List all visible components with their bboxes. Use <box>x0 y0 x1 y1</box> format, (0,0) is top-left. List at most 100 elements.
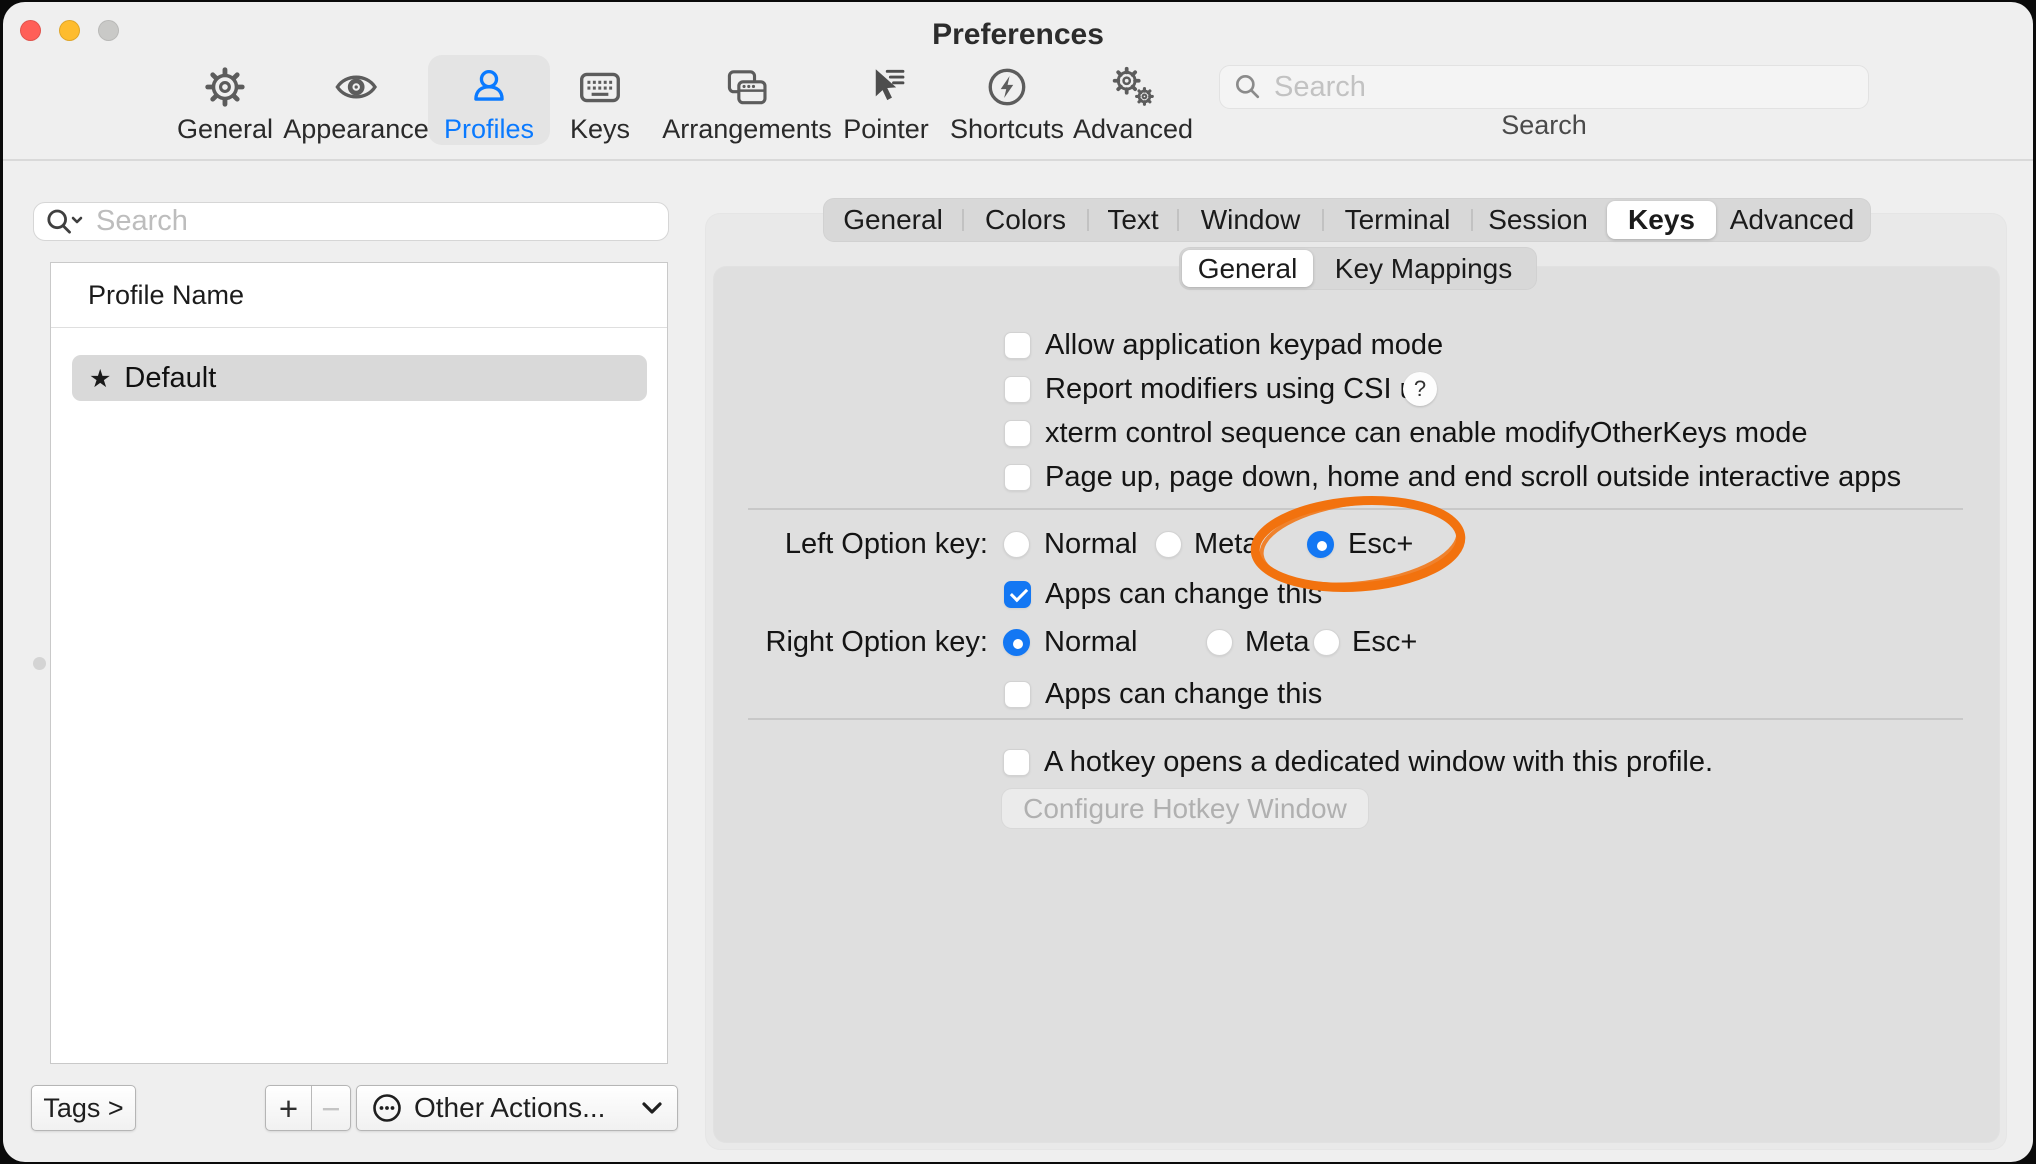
radio-label: Esc+ <box>1352 626 1417 659</box>
section-divider <box>748 508 1963 510</box>
radio-label: Meta <box>1194 528 1258 561</box>
minus-icon: − <box>321 1092 340 1125</box>
checkbox-label: A hotkey opens a dedicated window with t… <box>1044 746 1713 779</box>
tab-session[interactable]: Session <box>1472 198 1604 242</box>
profile-search-input[interactable]: Search <box>33 202 669 241</box>
left-apps-row: Apps can change this <box>1004 577 1322 611</box>
ellipsis-circle-icon <box>371 1092 403 1124</box>
divider-handle-dot <box>33 657 46 670</box>
toolbar-search-input[interactable]: Search <box>1219 65 1869 109</box>
configure-hotkey-window-button[interactable]: Configure Hotkey Window <box>1002 789 1368 828</box>
checkbox-label: Apps can change this <box>1045 578 1322 611</box>
page-scroll-checkbox[interactable] <box>1004 464 1031 491</box>
right-option-meta-radio[interactable] <box>1206 629 1233 656</box>
configure-hotkey-label: Configure Hotkey Window <box>1023 793 1347 825</box>
radio-label: Meta <box>1245 626 1309 659</box>
checkbox-row-pageup: Page up, page down, home and end scroll … <box>1004 460 1901 494</box>
csi-u-checkbox[interactable] <box>1004 376 1031 403</box>
right-option-label: Right Option key: <box>706 626 988 659</box>
toolbar-label: Pointer <box>843 114 929 145</box>
tab-keys[interactable]: Keys <box>1607 201 1716 239</box>
cursor-icon <box>863 61 909 113</box>
radio-label: Normal <box>1044 626 1137 659</box>
right-apps-row: Apps can change this <box>1004 677 1322 711</box>
toolbar-item-keys[interactable]: Keys <box>554 55 646 145</box>
toolbar-label: Keys <box>570 114 630 145</box>
chevron-down-icon <box>641 1101 663 1115</box>
toolbar-divider <box>3 159 2033 161</box>
subtab-key-mappings[interactable]: Key Mappings <box>1316 247 1531 290</box>
radio-label: Esc+ <box>1348 528 1413 561</box>
checkbox-label: Report modifiers using CSI u <box>1045 373 1416 406</box>
tab-colors[interactable]: Colors <box>963 198 1088 242</box>
tab-general[interactable]: General <box>823 198 963 242</box>
subtab-general[interactable]: General <box>1182 250 1313 287</box>
toolbar-item-profiles[interactable]: Profiles <box>428 55 550 145</box>
hotkey-row: A hotkey opens a dedicated window with t… <box>1003 745 1713 779</box>
checkbox-label: Page up, page down, home and end scroll … <box>1045 461 1901 494</box>
toolbar-item-arrangements[interactable]: Arrangements <box>646 55 848 145</box>
search-menu-icon <box>44 207 88 237</box>
checkbox-row-keypad: Allow application keypad mode <box>1004 328 1443 362</box>
checkbox-label: Allow application keypad mode <box>1045 329 1443 362</box>
other-actions-dropdown[interactable]: Other Actions... <box>356 1085 678 1131</box>
toolbar-item-appearance[interactable]: Appearance <box>267 55 445 145</box>
toolbar-label: Advanced <box>1073 114 1193 145</box>
tab-terminal[interactable]: Terminal <box>1323 198 1472 242</box>
toolbar-label: Profiles <box>444 114 534 145</box>
left-option-label: Left Option key: <box>706 528 988 561</box>
allow-keypad-checkbox[interactable] <box>1004 332 1031 359</box>
search-icon <box>1232 71 1264 103</box>
right-option-esc-radio[interactable] <box>1313 629 1340 656</box>
toolbar-search-placeholder: Search <box>1274 71 1366 104</box>
section-divider <box>748 718 1963 720</box>
checkbox-label: Apps can change this <box>1045 678 1322 711</box>
add-profile-button[interactable]: + <box>266 1086 312 1130</box>
profile-name: Default <box>124 362 216 395</box>
toolbar-label: Appearance <box>283 114 429 145</box>
toolbar-item-pointer[interactable]: Pointer <box>827 55 945 145</box>
tags-button[interactable]: Tags > <box>31 1085 136 1131</box>
profile-row-default[interactable]: ★ Default <box>72 355 647 401</box>
profile-tab-bar: General Colors Text Window Terminal Sess… <box>823 198 1871 242</box>
toolbar-search-caption: Search <box>1219 110 1869 141</box>
toolbar-item-advanced[interactable]: Advanced <box>1057 55 1209 145</box>
right-option-normal-radio[interactable] <box>1003 629 1030 656</box>
keyboard-icon <box>576 61 624 113</box>
remove-profile-button[interactable]: − <box>312 1086 350 1130</box>
star-icon: ★ <box>89 364 111 393</box>
left-option-esc-radio[interactable] <box>1307 531 1334 558</box>
preferences-window: Preferences General App <box>3 2 2033 1162</box>
add-remove-group: + − <box>265 1085 351 1131</box>
profile-search-placeholder: Search <box>96 205 188 238</box>
bolt-circle-icon <box>984 61 1030 113</box>
eye-icon <box>332 61 380 113</box>
right-apps-change-checkbox[interactable] <box>1004 681 1031 708</box>
toolbar-label: Shortcuts <box>950 114 1064 145</box>
person-icon <box>466 61 512 113</box>
profile-list: Profile Name ★ Default <box>50 262 668 1064</box>
keys-subtab-bar: General Key Mappings <box>1179 247 1537 290</box>
tab-text[interactable]: Text <box>1088 198 1178 242</box>
toolbar-label: General <box>177 114 273 145</box>
left-option-meta-radio[interactable] <box>1155 531 1182 558</box>
radio-label: Normal <box>1044 528 1137 561</box>
other-actions-label: Other Actions... <box>414 1092 605 1124</box>
screen: Preferences General App <box>0 0 2036 1164</box>
gears-icon <box>1109 61 1157 113</box>
windows-icon <box>723 61 771 113</box>
gear-icon <box>202 61 248 113</box>
checkbox-label: xterm control sequence can enable modify… <box>1045 417 1807 450</box>
tab-window[interactable]: Window <box>1178 198 1323 242</box>
right-option-row: Right Option key: Normal Meta Esc+ <box>706 626 1996 660</box>
left-apps-change-checkbox[interactable] <box>1004 581 1031 608</box>
help-button[interactable]: ? <box>1403 372 1437 406</box>
tab-advanced[interactable]: Advanced <box>1719 198 1865 242</box>
left-option-row: Left Option key: Normal Meta Esc+ <box>706 528 1996 562</box>
plus-icon: + <box>279 1092 298 1125</box>
left-option-normal-radio[interactable] <box>1003 531 1030 558</box>
window-title: Preferences <box>3 18 2033 52</box>
checkbox-row-csiu: Report modifiers using CSI u <box>1004 372 1416 406</box>
modifyotherkeys-checkbox[interactable] <box>1004 420 1031 447</box>
hotkey-window-checkbox[interactable] <box>1003 749 1030 776</box>
